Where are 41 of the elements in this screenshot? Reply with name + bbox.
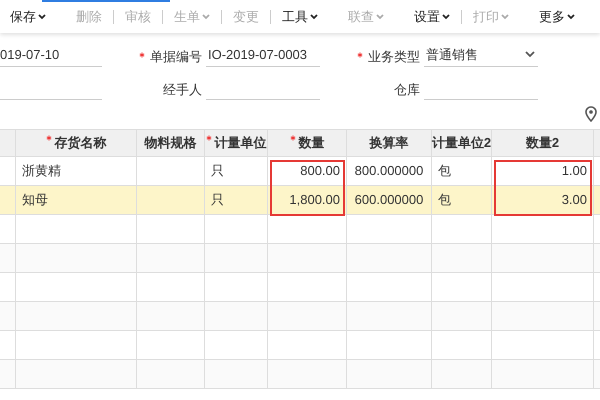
input-field[interactable]: IO-2019-07-0003 bbox=[206, 43, 320, 67]
chevron-down-icon bbox=[567, 14, 575, 20]
field-label: 单据编号 bbox=[150, 48, 202, 66]
table-cell: 只 bbox=[205, 186, 268, 214]
column-header[interactable]: 数量2 bbox=[492, 130, 594, 156]
toolbar-button[interactable]: 更多 bbox=[537, 6, 577, 26]
column-header[interactable]: 换算率 bbox=[347, 130, 432, 156]
table-row[interactable]: 知母 只 1,800.00 600.000000 包 3.00 bbox=[0, 186, 600, 215]
chevron-down-icon bbox=[38, 14, 46, 20]
input-field[interactable]: 019-07-10 bbox=[0, 43, 102, 67]
table-cell: 包 bbox=[432, 186, 492, 214]
chevron-down-icon bbox=[202, 14, 210, 20]
column-header[interactable]: 计量单位 bbox=[205, 130, 268, 156]
chevron-down-icon bbox=[442, 14, 450, 20]
field-label: 经手人 bbox=[163, 81, 202, 99]
toolbar-button[interactable]: 工具 bbox=[280, 6, 320, 26]
table-cell: 浙黄精 bbox=[16, 157, 137, 185]
table-cell: 包 bbox=[432, 157, 492, 185]
table-cell: 1,800.00 bbox=[268, 186, 347, 214]
select-field[interactable]: 普通销售 bbox=[424, 43, 538, 67]
chevron-down-icon bbox=[310, 14, 318, 20]
chevron-down-icon bbox=[525, 51, 535, 58]
field-label: 业务类型 bbox=[368, 48, 420, 66]
column-header[interactable]: 存货名称 bbox=[16, 130, 137, 156]
table-cell: 800.00 bbox=[268, 157, 347, 185]
table-cell: 知母 bbox=[16, 186, 137, 214]
table-cell: 1.00 bbox=[492, 157, 594, 185]
toolbar-button[interactable]: 保存 bbox=[8, 6, 48, 26]
table-cell: 3.00 bbox=[492, 186, 594, 214]
location-pin-icon[interactable] bbox=[585, 106, 597, 122]
column-header[interactable]: 数量 bbox=[268, 130, 347, 156]
table-cell: 600.000000 bbox=[347, 186, 432, 214]
field-label: 仓库 bbox=[394, 81, 420, 99]
table-row[interactable]: 浙黄精 只 800.00 800.000000 包 1.00 bbox=[0, 157, 600, 186]
table-cell: 只 bbox=[205, 157, 268, 185]
column-header[interactable]: 物料规格 bbox=[137, 130, 205, 156]
chevron-down-icon bbox=[501, 14, 509, 20]
chevron-down-icon bbox=[376, 14, 384, 20]
column-header[interactable]: 计量单位2 bbox=[432, 130, 492, 156]
table-cell: 800.000000 bbox=[347, 157, 432, 185]
toolbar-button[interactable]: 设置 bbox=[412, 6, 452, 26]
